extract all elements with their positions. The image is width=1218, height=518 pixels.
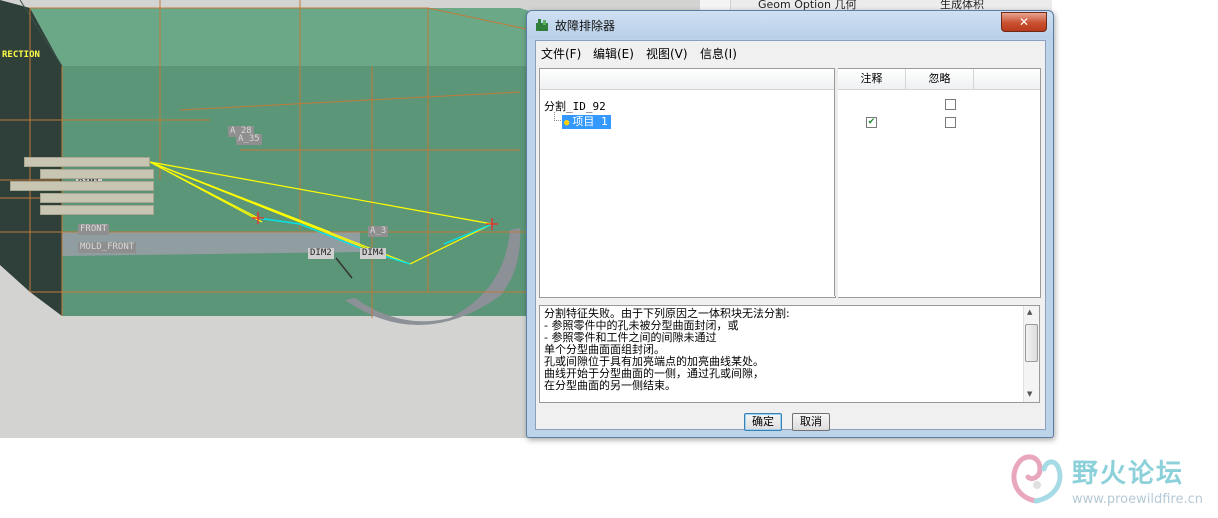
label-dim4: DIM4 bbox=[360, 248, 386, 259]
annotation-note bbox=[10, 181, 154, 191]
scroll-down-icon[interactable]: ▼ bbox=[1027, 390, 1032, 398]
dialog-client: 文件(F) 编辑(E) 视图(V) 信息(I) 分割_ID_92 ● 项目 1 注… bbox=[535, 40, 1046, 431]
tree-header bbox=[540, 69, 835, 90]
message-pane[interactable]: 分割特征失败。由于下列原因之一体积块无法分割: - 参照零件中的孔未被分型曲面封… bbox=[539, 305, 1040, 403]
grid-pane: 注释 忽略 ✔ bbox=[838, 68, 1041, 298]
message-scrollbar[interactable]: ▲ ▼ bbox=[1023, 306, 1039, 402]
close-button[interactable]: ✕ bbox=[1001, 12, 1047, 32]
menu-view[interactable]: 视图(V) bbox=[646, 45, 688, 62]
annotation-note bbox=[40, 193, 154, 203]
menu-file[interactable]: 文件(F) bbox=[541, 45, 581, 62]
label-mold-front: MOLD_FRONT bbox=[78, 242, 137, 253]
dialog-title: 故障排除器 bbox=[555, 19, 616, 33]
watermark-title: 野火论坛 bbox=[1072, 459, 1185, 489]
troubleshooter-icon bbox=[536, 19, 548, 31]
ignore-checkbox-item[interactable] bbox=[945, 117, 956, 128]
menu-info[interactable]: 信息(I) bbox=[700, 45, 737, 62]
label-dim2: DIM2 bbox=[308, 248, 334, 259]
annotation-note bbox=[40, 205, 154, 215]
tree-item-selected[interactable]: ● 项目 1 bbox=[562, 115, 611, 129]
ok-button[interactable]: 确定 bbox=[744, 413, 782, 431]
label-rection: RECTION bbox=[2, 50, 40, 60]
column-header-ignore[interactable]: 忽略 bbox=[906, 69, 974, 90]
watermark-url: www.proewildfire.cn bbox=[1072, 492, 1203, 507]
menu-bar: 文件(F) 编辑(E) 视图(V) 信息(I) bbox=[536, 41, 1045, 63]
ignore-checkbox-root[interactable] bbox=[945, 99, 956, 110]
annotation-note bbox=[40, 169, 154, 179]
troubleshooter-dialog: 故障排除器 ✕ 文件(F) 编辑(E) 视图(V) 信息(I) 分割_ID_92… bbox=[526, 10, 1054, 438]
tree-item-label: 项目 1 bbox=[572, 115, 608, 128]
label-front: FRONT bbox=[78, 224, 110, 235]
scroll-thumb[interactable] bbox=[1025, 324, 1038, 362]
label-a3: A_3 bbox=[368, 226, 389, 237]
watermark-logo bbox=[1011, 454, 1063, 504]
label-a35: A_35 bbox=[236, 134, 262, 145]
column-header-note[interactable]: 注释 bbox=[838, 69, 906, 90]
cancel-button[interactable]: 取消 bbox=[792, 413, 830, 431]
column-header-empty bbox=[974, 69, 1040, 90]
tree-pane[interactable]: 分割_ID_92 ● 项目 1 bbox=[539, 68, 836, 298]
menu-edit[interactable]: 编辑(E) bbox=[593, 45, 634, 62]
bullet-icon: ● bbox=[564, 118, 570, 128]
scroll-up-icon[interactable]: ▲ bbox=[1027, 308, 1032, 316]
annotation-note bbox=[24, 157, 150, 167]
dialog-titlebar[interactable]: 故障排除器 ✕ bbox=[527, 11, 1053, 39]
note-checkbox-item[interactable]: ✔ bbox=[866, 117, 877, 128]
message-line: 在分型曲面的另一侧结束。 bbox=[544, 379, 676, 392]
